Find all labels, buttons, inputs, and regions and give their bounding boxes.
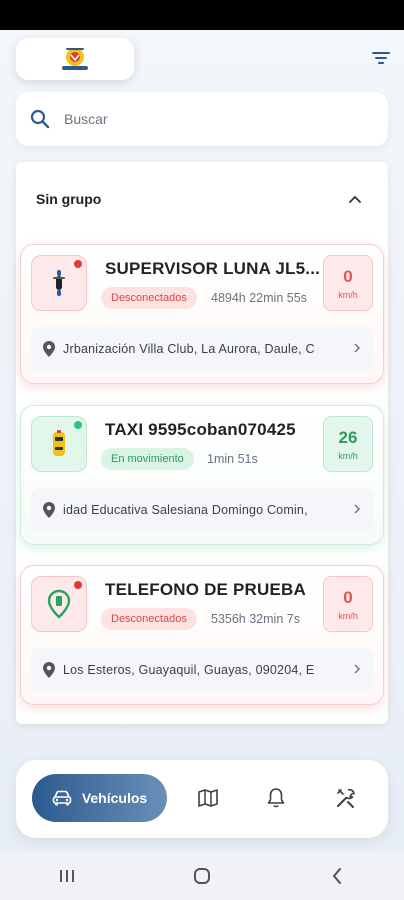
back-button[interactable] [317, 861, 357, 891]
search-bar [16, 92, 388, 146]
speed-unit: km/h [338, 450, 358, 461]
bell-icon [267, 788, 285, 808]
chevron-up-icon[interactable] [348, 194, 362, 204]
home-icon [193, 868, 210, 884]
vehicle-name: TAXI 9595coban070425 [105, 420, 296, 439]
status-dot [74, 581, 82, 589]
address-row[interactable]: idad Educativa Salesiana Domingo Comin, [31, 488, 373, 532]
speed-box: 0 km/h [323, 255, 373, 311]
status-badge: En movimiento [101, 448, 194, 470]
address-text: idad Educativa Salesiana Domingo Comin, [63, 503, 308, 517]
status-duration: 5356h 32min 7s [211, 612, 300, 626]
nav-tools-button[interactable] [332, 784, 360, 812]
speed-value: 0 [343, 266, 353, 286]
search-input[interactable] [64, 111, 344, 127]
vehicle-card[interactable]: TELEFONO DE PRUEBA Desconectados 5356h 3… [20, 565, 384, 705]
nav-map-button[interactable] [194, 784, 222, 812]
vehicle-card[interactable]: TAXI 9595coban070425 En movimiento 1min … [20, 405, 384, 545]
tools-icon [337, 788, 355, 808]
nav-vehicles-button[interactable]: Vehículos [32, 774, 167, 822]
speed-value: 0 [343, 587, 353, 607]
bottom-navigation: Vehículos [16, 760, 388, 838]
chevron-right-icon [354, 664, 361, 674]
taxi-car-icon [53, 430, 65, 456]
speed-value: 26 [338, 427, 358, 447]
status-badge: Desconectados [101, 287, 197, 309]
location-pin-icon [43, 502, 55, 518]
location-pin-icon [43, 341, 55, 357]
search-icon [30, 109, 50, 129]
status-badge: Desconectados [101, 608, 197, 630]
map-icon [198, 789, 218, 807]
chevron-right-icon [354, 343, 361, 353]
speed-box: 0 km/h [323, 576, 373, 632]
filter-button[interactable] [366, 46, 396, 70]
speed-box: 26 km/h [323, 416, 373, 472]
app-logo-card [16, 38, 134, 80]
chevron-right-icon [354, 504, 361, 514]
status-duration: 4894h 22min 55s [211, 291, 307, 305]
app-logo [62, 48, 88, 70]
status-dot [74, 260, 82, 268]
nav-notifications-button[interactable] [262, 784, 290, 812]
recent-apps-icon [60, 870, 75, 882]
group-title: Sin grupo [36, 191, 102, 207]
nav-vehicles-label: Vehículos [81, 790, 148, 806]
home-button[interactable] [182, 861, 222, 891]
system-navigation-bar [0, 852, 404, 900]
group-header[interactable]: Sin grupo [16, 162, 388, 236]
address-text: Los Esteros, Guayaquil, Guayas, 090204, … [63, 663, 315, 677]
speed-unit: km/h [338, 610, 358, 621]
speed-unit: km/h [338, 289, 358, 300]
vehicle-name: SUPERVISOR LUNA JL5... [105, 259, 321, 278]
status-duration: 1min 51s [207, 452, 258, 466]
address-row[interactable]: Jrbanización Villa Club, La Aurora, Daul… [31, 327, 373, 371]
vehicle-name: TELEFONO DE PRUEBA [105, 580, 307, 599]
filter-icon [372, 52, 390, 64]
vehicle-icon-box [31, 416, 87, 472]
vehicle-icon-box [31, 255, 87, 311]
car-icon [52, 790, 72, 806]
phone-location-icon [47, 589, 71, 619]
vehicle-icon-box [31, 576, 87, 632]
address-text: Jrbanización Villa Club, La Aurora, Daul… [63, 342, 315, 356]
address-row[interactable]: Los Esteros, Guayaquil, Guayas, 090204, … [31, 648, 373, 692]
status-dot [74, 421, 82, 429]
motorcycle-icon [53, 270, 65, 296]
recent-apps-button[interactable] [47, 861, 87, 891]
vehicle-card[interactable]: SUPERVISOR LUNA JL5... Desconectados 489… [20, 244, 384, 384]
back-icon [332, 868, 341, 884]
status-bar [0, 0, 404, 30]
location-pin-icon [43, 662, 55, 678]
